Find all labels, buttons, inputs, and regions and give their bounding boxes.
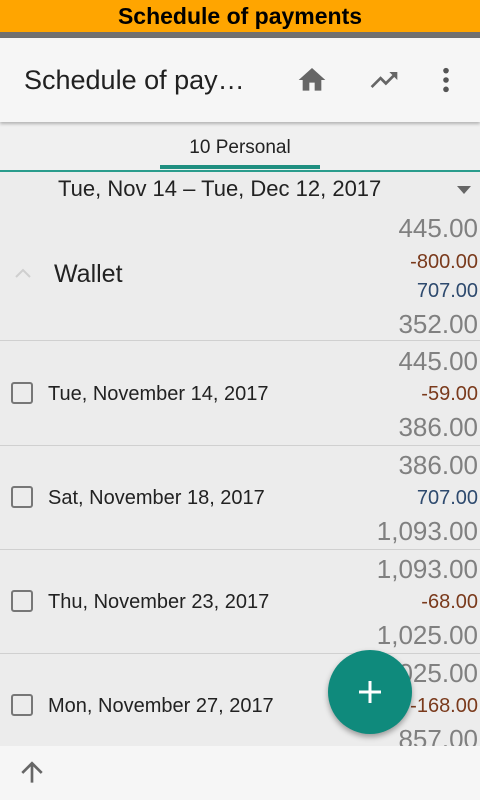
row-checkbox[interactable] xyxy=(11,590,33,612)
row-closing-balance: 1,025.00 xyxy=(376,620,478,650)
row-date: Tue, November 14, 2017 xyxy=(48,383,269,405)
row-opening-balance: 445.00 xyxy=(398,346,478,376)
tab-indicator xyxy=(160,165,320,169)
row-date: Mon, November 27, 2017 xyxy=(48,695,274,717)
wallet-expense-total: -800.00 xyxy=(410,251,478,273)
wallet-opening-balance: 445.00 xyxy=(398,213,478,243)
date-range-selector[interactable]: Tue, Nov 14 – Tue, Dec 12, 2017 xyxy=(0,172,480,206)
dropdown-arrow-icon xyxy=(457,186,471,194)
wallet-income-total: 707.00 xyxy=(416,280,478,302)
wallet-label: Wallet xyxy=(54,260,123,288)
row-checkbox[interactable] xyxy=(11,486,33,508)
row-date: Sat, November 18, 2017 xyxy=(48,487,265,509)
row-change-amount: -59.00 xyxy=(421,383,478,405)
plus-icon xyxy=(359,681,381,703)
chevron-up-icon[interactable] xyxy=(12,262,34,284)
row-closing-balance: 1,093.00 xyxy=(376,516,478,546)
trending-up-icon[interactable] xyxy=(368,64,400,96)
row-opening-balance: 386.00 xyxy=(398,450,478,480)
more-vert-icon[interactable] xyxy=(430,64,462,96)
tab-bar: 10 Personal xyxy=(0,122,480,172)
row-checkbox[interactable] xyxy=(11,382,33,404)
row-change-amount: -168.00 xyxy=(410,695,478,717)
row-change-amount: -68.00 xyxy=(421,591,478,613)
row-opening-balance: 1,093.00 xyxy=(376,554,478,584)
wallet-closing-balance: 352.00 xyxy=(398,309,478,339)
tab-10-personal[interactable]: 10 Personal xyxy=(160,122,320,167)
row-closing-balance: 386.00 xyxy=(398,412,478,442)
row-date: Thu, November 23, 2017 xyxy=(48,591,270,613)
arrow-up-icon[interactable] xyxy=(16,756,48,788)
app-bar: Schedule of pay… xyxy=(0,38,480,122)
window-title-banner: Schedule of payments xyxy=(0,0,480,32)
bottom-toolbar xyxy=(0,746,480,800)
row-checkbox[interactable] xyxy=(11,694,33,716)
home-icon[interactable] xyxy=(296,64,328,96)
row-change-amount: 707.00 xyxy=(416,487,478,509)
date-range-label: Tue, Nov 14 – Tue, Dec 12, 2017 xyxy=(58,176,382,201)
add-button[interactable] xyxy=(328,650,412,734)
page-title: Schedule of pay… xyxy=(24,65,245,95)
